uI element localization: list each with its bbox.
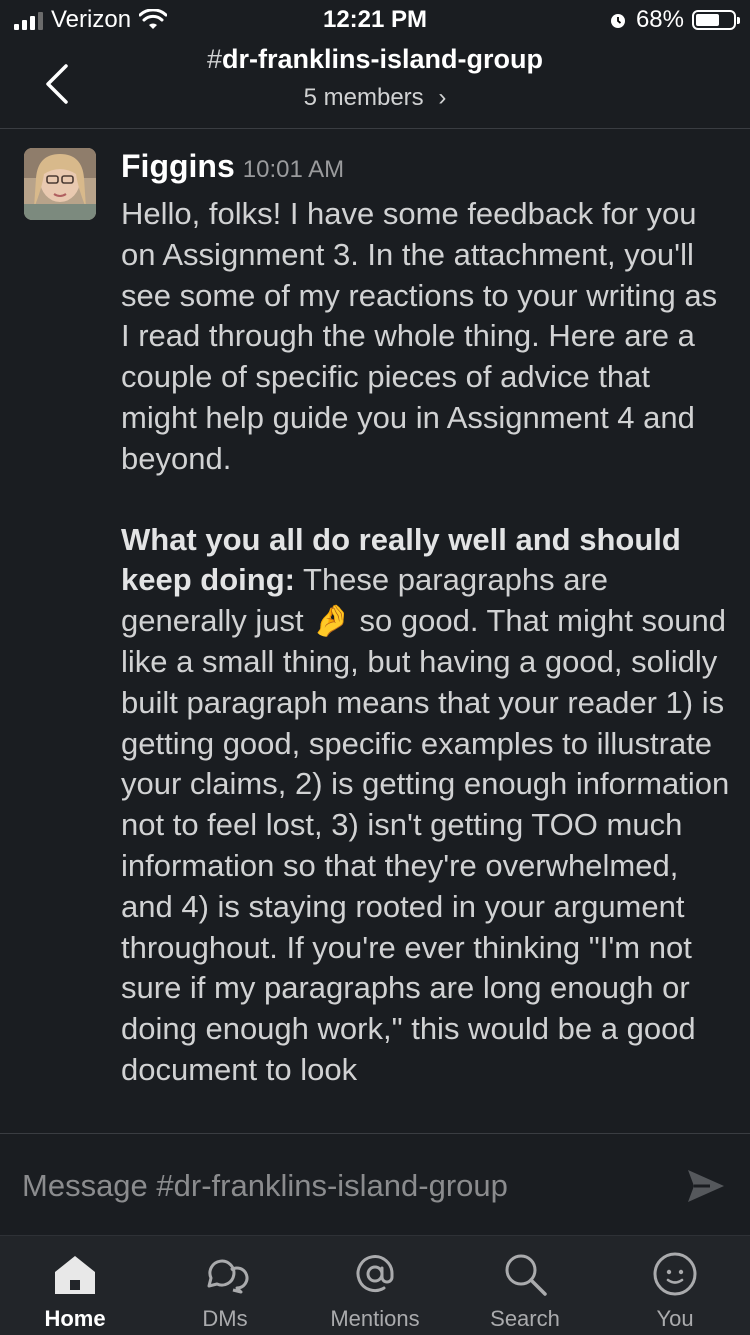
dms-icon xyxy=(207,1259,249,1294)
text-span: so good. That might sound like a small t… xyxy=(121,603,730,1087)
tab-bar: Home DMs Mentions Search You xyxy=(0,1235,750,1335)
channel-header: #dr-franklins-island-group 5 members › xyxy=(0,40,750,129)
message-header: Figgins 10:01 AM xyxy=(121,148,344,185)
you-icon xyxy=(653,1252,697,1296)
channel-name: dr-franklins-island-group xyxy=(222,44,544,74)
tab-mentions[interactable]: Mentions xyxy=(300,1236,450,1335)
pinched-fingers-emoji-icon: 🤌 xyxy=(312,603,351,639)
message-input[interactable]: Message #dr-franklins-island-group xyxy=(22,1168,508,1204)
tab-label: Home xyxy=(44,1306,106,1331)
message-list[interactable]: Figgins 10:01 AM Hello, folks! I have som… xyxy=(0,128,750,1133)
message-body: Hello, folks! I have some feedback for y… xyxy=(121,194,731,1091)
tab-label: DMs xyxy=(202,1306,248,1331)
mentions-icon xyxy=(356,1255,394,1293)
tab-dms[interactable]: DMs xyxy=(150,1236,300,1335)
message-paragraph-1: Hello, folks! I have some feedback for y… xyxy=(121,196,718,476)
tab-search[interactable]: Search xyxy=(450,1236,600,1335)
message-composer[interactable]: Message #dr-franklins-island-group xyxy=(0,1133,750,1236)
tab-you[interactable]: You xyxy=(600,1236,750,1335)
alarm-icon xyxy=(610,14,625,28)
channel-title[interactable]: #dr-franklins-island-group xyxy=(0,44,750,75)
avatar[interactable] xyxy=(24,148,96,220)
battery-icon xyxy=(692,10,740,30)
tab-label: You xyxy=(656,1306,694,1331)
send-icon[interactable] xyxy=(686,1168,726,1204)
message-paragraph-2: What you all do really well and should k… xyxy=(121,520,731,1091)
status-bar: Verizon 12:21 PM 68% xyxy=(0,0,750,40)
timestamp: 10:01 AM xyxy=(242,156,345,183)
home-icon xyxy=(55,1256,95,1294)
battery-percent: 68% xyxy=(635,6,684,33)
hash-icon: # xyxy=(206,44,222,74)
search-icon xyxy=(505,1254,547,1296)
tab-label: Mentions xyxy=(330,1306,420,1331)
battery-group: 68% xyxy=(608,6,740,34)
chevron-right-icon: › xyxy=(438,84,447,111)
members-count: 5 members xyxy=(303,84,424,111)
tab-label: Search xyxy=(490,1306,560,1331)
author-name[interactable]: Figgins xyxy=(121,148,235,184)
members-link[interactable]: 5 members › xyxy=(0,84,750,112)
tab-home[interactable]: Home xyxy=(0,1236,150,1335)
